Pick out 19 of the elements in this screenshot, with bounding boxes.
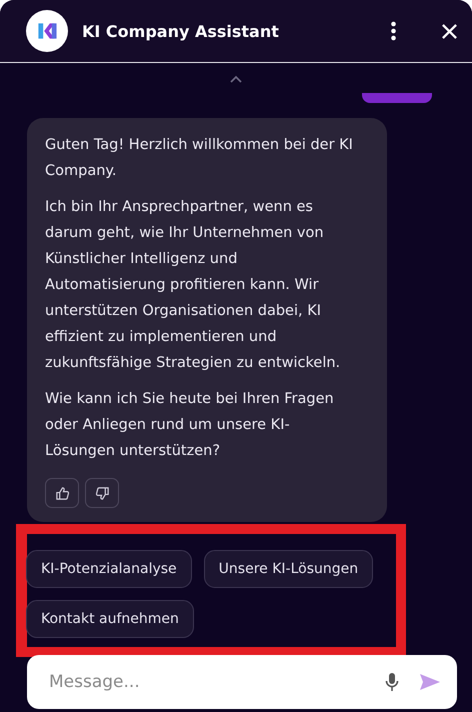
- window-title: KI Company Assistant: [82, 22, 280, 40]
- chevron-up-icon[interactable]: [230, 75, 242, 83]
- thumbs-up-button[interactable]: [45, 478, 79, 508]
- suggestion-chip[interactable]: Kontakt aufnehmen: [26, 600, 194, 638]
- logo-icon: [26, 10, 68, 52]
- message-text: Guten Tag! Herzlich willkommen bei der KI Company.: [45, 136, 353, 181]
- microphone-icon[interactable]: [385, 672, 399, 692]
- message-text: Ich bin Ihr Ansprechpartner, wenn es darum geht, wie Ihr Unternehmen von Künstlicher Intelligenz und Automatisierung profitieren kann. Wir unterstützen Organisationen dabei, KI effizient zu implementieren und zukunftsfähige Strategien zu entwickeln.: [45, 198, 342, 373]
- thumbs-down-button[interactable]: [85, 478, 119, 508]
- message-text: Wie kann ich Sie heute bei Ihren Fragen oder Anliegen rund um unsere KI-Lösungen unterstützen?: [45, 390, 335, 461]
- user-message-bubble: [362, 93, 432, 103]
- thumbs-down-icon: [94, 486, 110, 500]
- suggestion-chip[interactable]: Unsere KI-Lösungen: [204, 550, 374, 588]
- more-icon[interactable]: [390, 21, 397, 41]
- thumbs-up-icon: [54, 486, 70, 500]
- message-composer[interactable]: Message...: [27, 655, 457, 709]
- close-icon[interactable]: [441, 22, 458, 40]
- suggestion-chip[interactable]: KI-Potenzialanalyse: [26, 550, 192, 588]
- message-field[interactable]: Message...: [47, 671, 365, 693]
